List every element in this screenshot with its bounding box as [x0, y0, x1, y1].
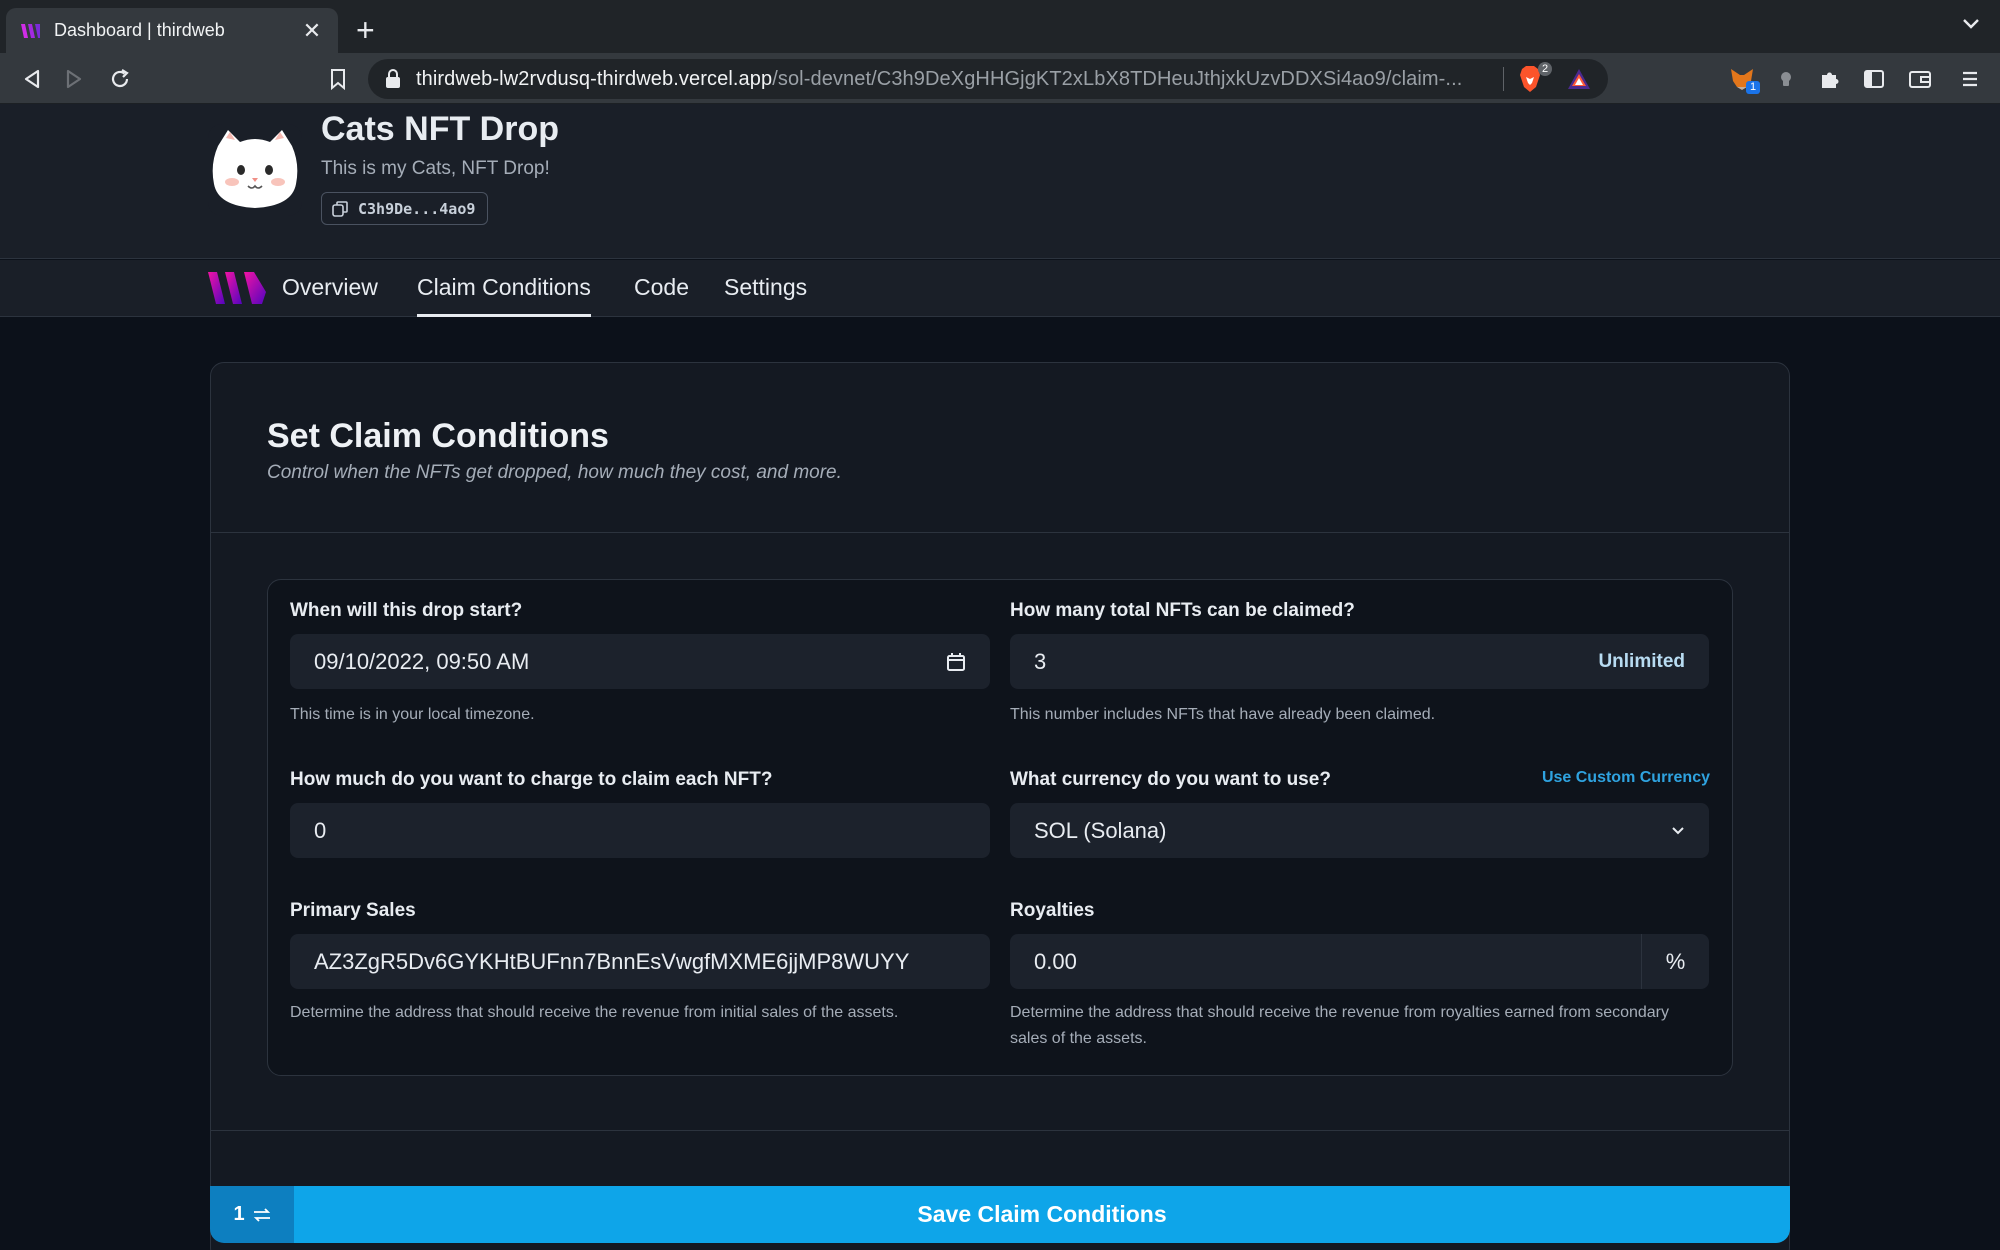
claim-conditions-card: Set Claim Conditions Control when the NF… [210, 362, 1790, 1250]
currency-select[interactable]: SOL (Solana) [1010, 803, 1709, 858]
primary-sales-label: Primary Sales [290, 900, 416, 921]
url-host: thirdweb-lw2rvdusq-thirdweb.vercel.app [416, 67, 773, 90]
tab-claim-conditions[interactable]: Claim Conditions [417, 260, 591, 317]
extension-dot-icon[interactable] [1770, 63, 1802, 95]
brave-shields-count: 2 [1538, 62, 1553, 76]
price-value: 0 [314, 817, 327, 843]
currency-label: What currency do you want to use? [1010, 769, 1331, 790]
start-date-help: This time is in your local timezone. [290, 706, 535, 723]
address-bar[interactable]: thirdweb-lw2rvdusq-thirdweb.vercel.app/s… [368, 59, 1608, 99]
extensions-puzzle-icon[interactable] [1814, 63, 1846, 95]
percent-addon: % [1641, 934, 1709, 989]
tab-settings[interactable]: Settings [724, 260, 807, 317]
brave-rewards-triangle-icon[interactable] [1566, 67, 1592, 91]
page-subtitle: This is my Cats, NFT Drop! [321, 158, 550, 179]
royalties-help: Determine the address that should receiv… [1010, 1004, 1670, 1047]
currency-value: SOL (Solana) [1034, 817, 1167, 843]
lock-icon[interactable] [384, 68, 402, 90]
forward-icon[interactable] [58, 63, 90, 95]
price-input[interactable]: 0 [290, 803, 990, 858]
sidebar-toggle-icon[interactable] [1858, 63, 1890, 95]
phase-count: 1 [233, 1203, 245, 1225]
claim-phase-form: When will this drop start? 09/10/2022, 0… [267, 579, 1733, 1076]
contract-address: C3h9De...4ao9 [358, 199, 476, 218]
back-icon[interactable] [16, 63, 48, 95]
metamask-extension-icon[interactable]: 1 [1726, 63, 1761, 95]
browser-menu-icon[interactable] [1954, 63, 1986, 95]
royalties-input[interactable]: 0.00 % [1010, 934, 1709, 989]
card-footer-divider [211, 1130, 1789, 1131]
browser-tab[interactable]: Dashboard | thirdweb ✕ [6, 8, 338, 53]
card-subtitle: Control when the NFTs get dropped, how m… [267, 462, 842, 483]
thirdweb-logo-icon[interactable] [208, 270, 266, 306]
cat-avatar [208, 124, 302, 216]
card-header: Set Claim Conditions Control when the NF… [211, 363, 1789, 533]
contract-header: Cats NFT Drop This is my Cats, NFT Drop!… [0, 104, 2000, 259]
new-tab-icon[interactable]: + [356, 12, 375, 48]
wallet-icon[interactable] [1904, 63, 1936, 95]
primary-sales-value: AZ3ZgR5Dv6GYKHtBUFnn7BnnEsVwgfMXME6jjMP8… [314, 948, 910, 974]
primary-sales-input[interactable]: AZ3ZgR5Dv6GYKHtBUFnn7BnnEsVwgfMXME6jjMP8… [290, 934, 990, 989]
brave-shields-button[interactable]: 2 [1518, 62, 1553, 94]
save-bar: 1 Save Claim Conditions [210, 1186, 1790, 1243]
start-date-value: 09/10/2022, 09:50 AM [314, 648, 530, 674]
tab-code[interactable]: Code [634, 260, 689, 317]
browser-toolbar: thirdweb-lw2rvdusq-thirdweb.vercel.app/s… [0, 53, 2000, 104]
swap-arrows-icon [253, 1207, 270, 1222]
tab-overview[interactable]: Overview [282, 260, 378, 317]
total-nfts-label: How many total NFTs can be claimed? [1010, 600, 1355, 621]
thirdweb-favicon-icon [21, 23, 40, 38]
tab-search-chevron-icon[interactable] [1962, 18, 1980, 30]
tab-title: Dashboard | thirdweb [54, 20, 225, 40]
reload-icon[interactable] [104, 63, 136, 95]
copy-icon [332, 200, 348, 217]
chevron-down-icon [1672, 826, 1684, 834]
phase-count-button[interactable]: 1 [210, 1186, 294, 1243]
price-label: How much do you want to charge to claim … [290, 769, 773, 790]
bookmark-icon[interactable] [322, 63, 354, 95]
contract-nav: Overview Claim Conditions Code Settings [0, 260, 2000, 317]
url-path: /sol-devnet/C3h9DeXgHHGjgKT2xLbX8TDHeuJt… [772, 67, 1463, 90]
save-claim-conditions-button[interactable]: Save Claim Conditions [294, 1186, 1790, 1243]
extension-badge: 1 [1746, 81, 1761, 94]
royalties-value: 0.00 [1034, 948, 1077, 974]
page-title: Cats NFT Drop [321, 110, 559, 148]
royalties-label: Royalties [1010, 900, 1095, 921]
calendar-icon[interactable] [946, 652, 966, 672]
start-date-input[interactable]: 09/10/2022, 09:50 AM [290, 634, 990, 689]
total-nfts-input[interactable]: 3 Unlimited [1010, 634, 1709, 689]
use-custom-currency-link[interactable]: Use Custom Currency [1542, 769, 1710, 787]
browser-tab-bar: Dashboard | thirdweb ✕ + [0, 0, 2000, 53]
close-tab-icon[interactable]: ✕ [300, 18, 324, 44]
total-nfts-help: This number includes NFTs that have alre… [1010, 706, 1436, 723]
card-title: Set Claim Conditions [267, 417, 609, 455]
copy-address-button[interactable]: C3h9De...4ao9 [321, 192, 489, 225]
url-separator [1503, 67, 1504, 91]
total-nfts-value: 3 [1034, 648, 1047, 674]
url-text: thirdweb-lw2rvdusq-thirdweb.vercel.app/s… [416, 68, 1489, 91]
start-date-label: When will this drop start? [290, 600, 523, 621]
unlimited-button[interactable]: Unlimited [1598, 651, 1685, 673]
primary-sales-help: Determine the address that should receiv… [290, 1004, 899, 1021]
